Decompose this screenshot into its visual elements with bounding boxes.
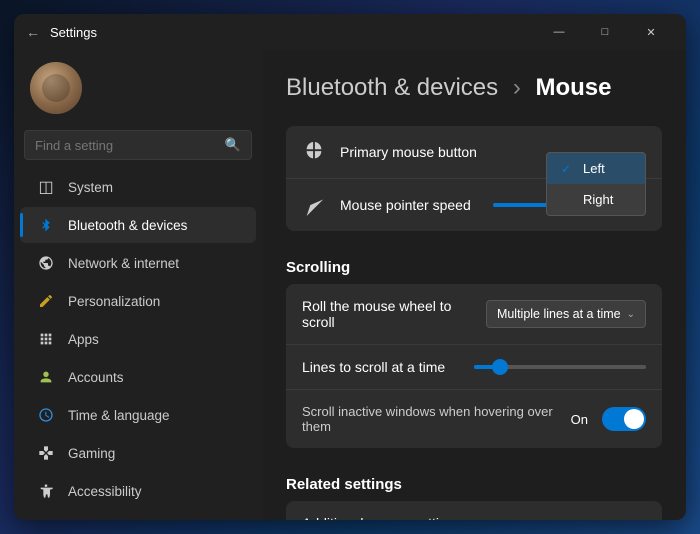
scroll-type-value: Multiple lines at a time [497, 307, 621, 321]
sidebar-item-label-accounts: Accounts [68, 370, 124, 385]
chevron-down-icon: ⌄ [627, 309, 635, 320]
scroll-inactive-toggle[interactable] [602, 407, 646, 431]
additional-mouse-settings-row[interactable]: Additional mouse settings Pointer icons … [286, 501, 662, 520]
dropdown-option-left[interactable]: ✓ Left [547, 153, 645, 184]
minimize-button[interactable]: — [536, 16, 582, 48]
sidebar-item-gaming[interactable]: Gaming [20, 435, 256, 471]
time-icon [36, 405, 56, 425]
sidebar-item-label-time: Time & language [68, 408, 170, 423]
bluetooth-icon [36, 215, 56, 235]
primary-mouse-button-row: Primary mouse button ✓ Left ✓ Right [286, 126, 662, 179]
sidebar-item-label-bluetooth: Bluetooth & devices [68, 218, 187, 233]
window-controls: — □ ✕ [536, 16, 674, 48]
system-icon: ◫ [36, 177, 56, 197]
breadcrumb-current: Mouse [535, 74, 611, 101]
apps-icon [36, 329, 56, 349]
primary-mouse-button-card: Primary mouse button ✓ Left ✓ Right [286, 126, 662, 231]
check-icon: ✓ [561, 162, 575, 176]
option-left-label: Left [583, 161, 605, 176]
scroll-inactive-label: Scroll inactive windows when hovering ov… [302, 404, 571, 434]
main-layout: 🔍 ◫ System Bluetooth & devices [14, 50, 686, 520]
search-box[interactable]: 🔍 [24, 130, 252, 160]
sidebar-item-label-network: Network & internet [68, 256, 179, 271]
sidebar-item-apps[interactable]: Apps [20, 321, 256, 357]
roll-mouse-wheel-row: Roll the mouse wheel to scroll Multiple … [286, 284, 662, 345]
scroll-inactive-row: Scroll inactive windows when hovering ov… [286, 390, 662, 448]
sidebar-item-label-accessibility: Accessibility [68, 484, 142, 499]
lines-slider-thumb[interactable] [492, 359, 508, 375]
sidebar-item-personalization[interactable]: Personalization [20, 283, 256, 319]
roll-mouse-wheel-label: Roll the mouse wheel to scroll [302, 298, 486, 330]
toggle-on-label: On [571, 412, 588, 427]
avatar-image [30, 62, 82, 114]
personalization-icon [36, 291, 56, 311]
sidebar-item-label-gaming: Gaming [68, 446, 115, 461]
related-settings-header: Related settings [286, 460, 662, 501]
sidebar-item-label-personalization: Personalization [68, 294, 160, 309]
sidebar-item-label-system: System [68, 180, 113, 195]
maximize-button[interactable]: □ [582, 16, 628, 48]
gaming-icon [36, 443, 56, 463]
sidebar-item-system[interactable]: ◫ System [20, 169, 256, 205]
avatar[interactable] [30, 62, 82, 114]
sidebar-item-network[interactable]: Network & internet [20, 245, 256, 281]
content-area: Bluetooth & devices › Mouse Primary mous… [262, 50, 686, 520]
scroll-type-select[interactable]: Multiple lines at a time ⌄ [486, 300, 646, 328]
avatar-section [14, 50, 262, 130]
scrolling-card: Roll the mouse wheel to scroll Multiple … [286, 284, 662, 448]
sidebar-item-accessibility[interactable]: Accessibility [20, 473, 256, 509]
additional-mouse-settings-label: Additional mouse settings Pointer icons … [302, 515, 630, 520]
related-settings-card: Additional mouse settings Pointer icons … [286, 501, 662, 520]
sidebar: 🔍 ◫ System Bluetooth & devices [14, 50, 262, 520]
mouse-pointer-speed-label: Mouse pointer speed [340, 197, 493, 213]
sidebar-item-label-apps: Apps [68, 332, 99, 347]
lines-slider-track[interactable] [474, 365, 646, 369]
lines-to-scroll-slider[interactable] [474, 365, 646, 369]
page-title: Bluetooth & devices › Mouse [286, 74, 662, 102]
window-title: Settings [50, 25, 536, 40]
mouse-button-icon [302, 140, 326, 164]
title-bar: ← Settings — □ ✕ [14, 14, 686, 50]
scrolling-section-header: Scrolling [286, 243, 662, 284]
option-right-label: Right [583, 192, 613, 207]
pointer-speed-icon [302, 193, 326, 217]
sidebar-item-time[interactable]: Time & language [20, 397, 256, 433]
search-input[interactable] [35, 138, 225, 153]
toggle-thumb [624, 409, 644, 429]
lines-to-scroll-label: Lines to scroll at a time [302, 359, 474, 375]
additional-mouse-title: Additional mouse settings [302, 515, 630, 520]
dropdown-menu: ✓ Left ✓ Right [546, 152, 646, 216]
search-icon: 🔍 [225, 137, 241, 153]
network-icon [36, 253, 56, 273]
sidebar-item-bluetooth[interactable]: Bluetooth & devices [20, 207, 256, 243]
sidebar-item-accounts[interactable]: Accounts [20, 359, 256, 395]
lines-to-scroll-row: Lines to scroll at a time [286, 345, 662, 390]
accessibility-icon [36, 481, 56, 501]
sidebar-item-privacy[interactable]: Privacy & security [20, 511, 256, 520]
settings-window: ← Settings — □ ✕ 🔍 ◫ Syst [14, 14, 686, 520]
breadcrumb-sep: › [513, 74, 528, 101]
close-button[interactable]: ✕ [628, 16, 674, 48]
back-button[interactable]: ← [26, 24, 40, 40]
dropdown-option-right[interactable]: ✓ Right [547, 184, 645, 215]
scroll-inactive-control: On [571, 407, 646, 431]
roll-mouse-wheel-control[interactable]: Multiple lines at a time ⌄ [486, 300, 646, 328]
privacy-icon [36, 519, 56, 520]
accounts-icon [36, 367, 56, 387]
breadcrumb-parent: Bluetooth & devices [286, 74, 498, 101]
